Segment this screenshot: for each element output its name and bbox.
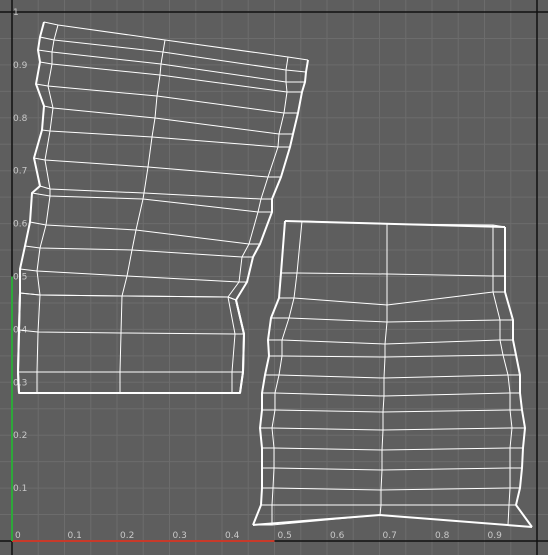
uv-edge-column bbox=[252, 220, 286, 526]
uv-edge-row bbox=[260, 427, 525, 431]
uv-edge-column bbox=[227, 296, 236, 393]
uv-edge-row bbox=[271, 317, 513, 323]
uv-edge-column bbox=[379, 224, 388, 516]
u-tick-label: 0.1 bbox=[68, 531, 82, 541]
v-tick-label: 0.6 bbox=[13, 220, 28, 230]
uv-edge-row bbox=[43, 105, 293, 135]
v-tick-label: 0.1 bbox=[13, 484, 27, 494]
uv-shell-outline bbox=[252, 514, 533, 528]
uv-edge-row bbox=[18, 329, 244, 335]
uv-edge-row bbox=[31, 192, 272, 213]
uv-edge-row bbox=[37, 49, 305, 83]
u-tick-label: 0.7 bbox=[383, 531, 397, 541]
uv-edge-row bbox=[281, 272, 505, 277]
uv-shell-upper-left[interactable] bbox=[17, 21, 309, 394]
uv-viewport[interactable]: 0 0.1 0.2 0.3 0.4 0.5 0.6 0.7 0.8 0.9 1 0.9 0.8 0.7 0.… bbox=[0, 0, 548, 555]
uv-edge-row bbox=[24, 245, 253, 258]
uv-edge-row bbox=[268, 339, 513, 345]
v-tick-label: 0.9 bbox=[13, 61, 28, 71]
uv-edge-column bbox=[235, 59, 309, 301]
u-tick-label: 0.6 bbox=[330, 531, 345, 541]
uv-canvas[interactable]: 0 0.1 0.2 0.3 0.4 0.5 0.6 0.7 0.8 0.9 1 0.9 0.8 0.7 0.… bbox=[0, 0, 548, 555]
v-tick-label: 0.7 bbox=[13, 167, 27, 177]
uv-edge-column bbox=[119, 295, 123, 393]
v-tick-label: 1 bbox=[13, 8, 19, 18]
v-tick-label: 0.3 bbox=[13, 378, 27, 388]
v-tick-label: 0.8 bbox=[13, 114, 28, 124]
u-tick-label: 0.2 bbox=[120, 531, 134, 541]
uv-edge-row bbox=[33, 157, 281, 178]
uv-edge-row bbox=[265, 374, 520, 379]
uv-edge-column bbox=[271, 220, 303, 525]
uv-edge-column bbox=[504, 227, 533, 528]
uv-shell-lower-right[interactable] bbox=[252, 220, 533, 528]
u-tick-label: 0.8 bbox=[435, 531, 450, 541]
u-tick-label: 0 bbox=[15, 531, 21, 541]
u-tick-label: 0.9 bbox=[488, 531, 503, 541]
uv-edge-row bbox=[19, 268, 247, 283]
u-tick-label: 0.4 bbox=[225, 531, 240, 541]
uv-shell-outline bbox=[17, 292, 245, 394]
u-tick-label: 0.5 bbox=[278, 531, 292, 541]
u-tick-label: 0.3 bbox=[173, 531, 187, 541]
uv-edge-row bbox=[19, 292, 237, 301]
v-tick-label: 0.2 bbox=[13, 431, 27, 441]
